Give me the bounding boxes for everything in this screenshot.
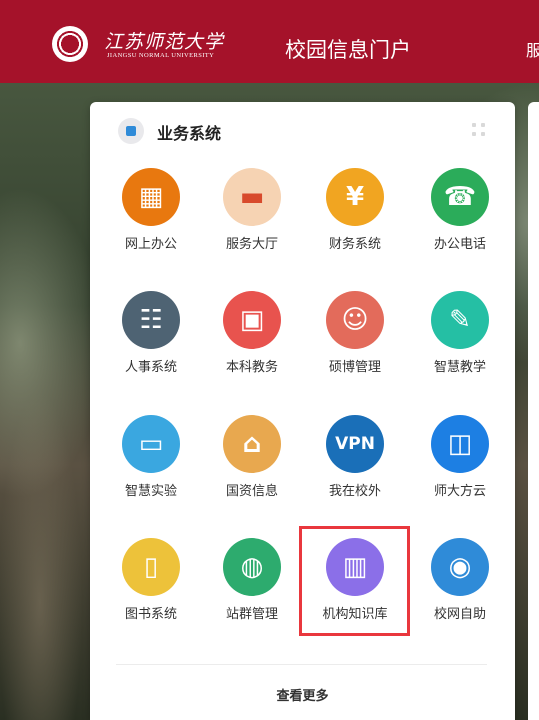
app-9[interactable]: ▭ 智慧实验 <box>106 415 196 499</box>
book-icon: ▯ <box>122 538 180 596</box>
icon-glyph: ☺ <box>341 305 369 335</box>
icon-glyph: ▭ <box>138 429 164 459</box>
icon-glyph: ◫ <box>447 429 473 459</box>
app-12[interactable]: ◫ 师大方云 <box>415 415 505 499</box>
view-more-link[interactable]: 查看更多 <box>90 685 515 704</box>
app-16[interactable]: ◉ 校网自助 <box>415 538 505 622</box>
app-label: 财务系统 <box>328 237 381 252</box>
app-label: 办公电话 <box>433 237 486 252</box>
pen-icon: ✎ <box>431 291 489 349</box>
app-label: 智慧实验 <box>124 484 177 499</box>
icon-glyph: ▦ <box>138 182 164 212</box>
app-13[interactable]: ▯ 图书系统 <box>106 538 196 622</box>
drag-handle-icon[interactable] <box>472 123 486 137</box>
globe-hand-icon: ◍ <box>223 538 281 596</box>
app-label: 师大方云 <box>433 484 486 499</box>
icon-glyph: ▬ <box>239 182 265 212</box>
app-label: 人事系统 <box>124 360 177 375</box>
app-10[interactable]: ⌂ 国资信息 <box>207 415 297 499</box>
app-label: 站群管理 <box>225 607 278 622</box>
university-seal-icon[interactable] <box>52 26 88 62</box>
business-systems-icon <box>118 118 144 144</box>
graduate-icon: ☺ <box>326 291 384 349</box>
lab-screen-icon: ▭ <box>122 415 180 473</box>
app-7[interactable]: ☺ 硕博管理 <box>310 291 400 375</box>
app-1[interactable]: ▦ 网上办公 <box>106 168 196 252</box>
bank-icon: ⌂ <box>223 415 281 473</box>
office-grid-icon: ▦ <box>122 168 180 226</box>
sofa-icon: ▬ <box>223 168 281 226</box>
org-chart-icon: ☷ <box>122 291 180 349</box>
highlight-box <box>299 526 410 636</box>
app-label: 智慧教学 <box>433 360 486 375</box>
app-4[interactable]: ☎ 办公电话 <box>415 168 505 252</box>
adjacent-card-edge <box>528 102 539 720</box>
app-label: 网上办公 <box>124 237 177 252</box>
nav-item-service[interactable]: 服 <box>526 37 539 61</box>
phone-icon: ☎ <box>431 168 489 226</box>
app-label: 国资信息 <box>225 484 278 499</box>
app-3[interactable]: ¥ 财务系统 <box>310 168 400 252</box>
top-header: 江苏师范大学 JIANGSU NORMAL UNIVERSITY 校园信息门户 … <box>0 0 539 83</box>
icon-glyph: ☷ <box>139 305 163 335</box>
app-label: 我在校外 <box>328 484 381 499</box>
app-14[interactable]: ◍ 站群管理 <box>207 538 297 622</box>
app-5[interactable]: ☷ 人事系统 <box>106 291 196 375</box>
icon-glyph: ⌂ <box>242 429 262 459</box>
app-11[interactable]: VPN 我在校外 <box>310 415 400 499</box>
icon-glyph: ▯ <box>143 552 159 582</box>
portal-title: 校园信息门户 <box>285 38 411 62</box>
app-label: 校网自助 <box>433 607 486 622</box>
icon-glyph: ◍ <box>240 552 264 582</box>
divider <box>116 664 487 665</box>
wifi-icon: ◉ <box>431 538 489 596</box>
icon-glyph: ☎ <box>443 182 477 212</box>
icon-glyph: ◉ <box>448 552 472 582</box>
card-title: 业务系统 <box>157 124 222 143</box>
app-label: 服务大厅 <box>225 237 278 252</box>
cloud-squares-icon: ◫ <box>431 415 489 473</box>
app-label: 本科教务 <box>225 360 278 375</box>
app-2[interactable]: ▬ 服务大厅 <box>207 168 297 252</box>
app-6[interactable]: ▣ 本科教务 <box>207 291 297 375</box>
icon-glyph: ¥ <box>345 182 365 212</box>
university-name-en: JIANGSU NORMAL UNIVERSITY <box>107 52 215 59</box>
app-8[interactable]: ✎ 智慧教学 <box>415 291 505 375</box>
university-name-cn[interactable]: 江苏师范大学 <box>104 27 224 54</box>
yen-icon: ¥ <box>326 168 384 226</box>
teacher-board-icon: ▣ <box>223 291 281 349</box>
app-label: 硕博管理 <box>328 360 381 375</box>
vpn-icon: VPN <box>326 415 384 473</box>
icon-glyph: ▣ <box>239 305 265 335</box>
icon-glyph: ✎ <box>449 305 471 335</box>
app-label: 图书系统 <box>124 607 177 622</box>
icon-glyph: VPN <box>335 434 375 454</box>
